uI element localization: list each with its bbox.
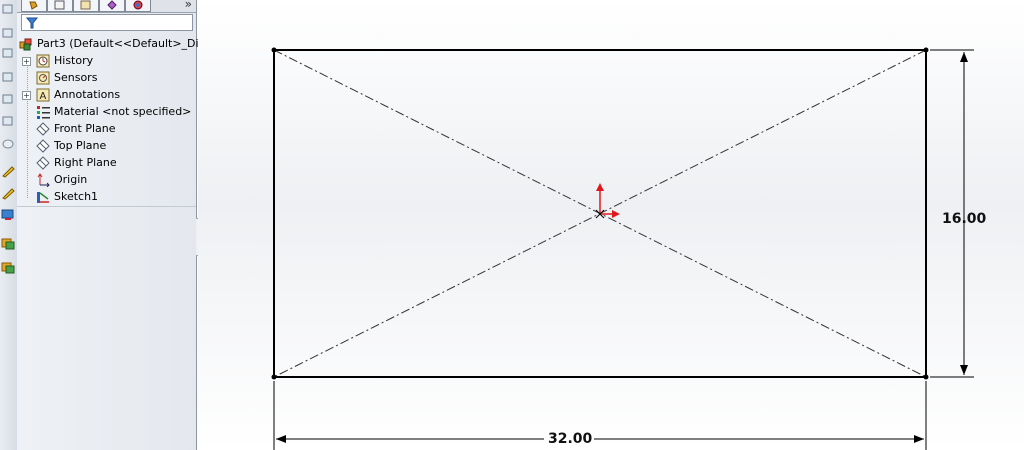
tree-item-material[interactable]: Material <not specified> bbox=[36, 103, 191, 120]
view-box-icon[interactable] bbox=[1, 92, 15, 106]
sketch-point[interactable] bbox=[923, 374, 929, 380]
sketch-point[interactable] bbox=[923, 47, 929, 53]
plane-icon bbox=[36, 138, 50, 153]
tree-item-sketch1[interactable]: Sketch1 bbox=[36, 188, 98, 205]
command-strip bbox=[0, 0, 18, 450]
pencil-icon[interactable] bbox=[1, 164, 15, 178]
tree-connector-line bbox=[27, 61, 29, 198]
origin-icon bbox=[37, 172, 50, 187]
assembly-icon[interactable] bbox=[1, 260, 15, 274]
tree-item-history[interactable]: History bbox=[36, 52, 93, 69]
tree-item-top-plane[interactable]: Top Plane bbox=[36, 137, 106, 154]
tree-root-part[interactable]: Part3 (Default<<Default>_Disp bbox=[19, 35, 211, 52]
tree-item-right-plane[interactable]: Right Plane bbox=[36, 154, 117, 171]
sketch-point[interactable] bbox=[271, 374, 277, 380]
view-box-icon[interactable] bbox=[1, 2, 15, 16]
tree-item-label: Material <not specified> bbox=[54, 105, 192, 118]
feature-manager-panel: » Part3 (Default<<Default>_Disp + Histor… bbox=[17, 0, 211, 450]
sketch-point[interactable] bbox=[271, 47, 277, 53]
display-icon[interactable] bbox=[1, 208, 15, 222]
expand-history-toggle[interactable]: + bbox=[22, 57, 31, 66]
tree-divider bbox=[17, 206, 196, 207]
width-dimension-label[interactable]: 32.00 bbox=[548, 431, 592, 447]
more-tabs-button[interactable]: » bbox=[185, 0, 192, 11]
origin-marker-icon[interactable] bbox=[595, 183, 620, 219]
expand-annotations-toggle[interactable]: + bbox=[22, 91, 31, 100]
tree-filter-box[interactable] bbox=[21, 14, 193, 31]
plane-icon bbox=[36, 155, 50, 170]
height-dimension-label[interactable]: 16.00 bbox=[942, 211, 986, 227]
tree-item-annotations[interactable]: A Annotations bbox=[36, 86, 120, 103]
width-dimension[interactable] bbox=[273, 381, 927, 450]
pencil-icon[interactable] bbox=[1, 186, 15, 200]
panel-tabs: » bbox=[17, 0, 196, 13]
plane-icon bbox=[36, 121, 50, 136]
tree-item-label: History bbox=[54, 54, 94, 67]
tab-feature-manager[interactable] bbox=[21, 0, 47, 12]
tab-configuration-manager[interactable] bbox=[73, 0, 99, 12]
tab-dimxpert-manager[interactable] bbox=[99, 0, 125, 12]
sketch-canvas[interactable] bbox=[198, 0, 1024, 450]
tree-item-label: Annotations bbox=[54, 88, 121, 101]
tab-display-manager[interactable] bbox=[125, 0, 151, 12]
part-icon bbox=[19, 38, 32, 50]
sketch-icon bbox=[37, 191, 49, 203]
tree-item-label: Origin bbox=[54, 173, 88, 186]
tree-root-label: Part3 (Default<<Default>_Disp bbox=[37, 37, 212, 50]
tree-item-label: Sensors bbox=[54, 71, 98, 84]
tree-item-label: Top Plane bbox=[54, 139, 107, 152]
tree-item-sensors[interactable]: Sensors bbox=[36, 69, 97, 86]
assembly-icon[interactable] bbox=[1, 236, 15, 250]
view-box-icon[interactable] bbox=[1, 26, 15, 40]
tree-item-label: Right Plane bbox=[54, 156, 117, 169]
tab-property-manager[interactable] bbox=[47, 0, 73, 12]
view-box-icon[interactable] bbox=[1, 46, 15, 60]
cylinder-icon[interactable] bbox=[1, 136, 15, 150]
filter-icon bbox=[25, 17, 39, 29]
graphics-area[interactable]: 16.00 32.00 bbox=[198, 0, 1024, 450]
view-box-icon[interactable] bbox=[1, 114, 15, 128]
tree-item-label: Front Plane bbox=[54, 122, 116, 135]
sensors-icon bbox=[36, 71, 50, 84]
svg-text:A: A bbox=[40, 91, 47, 102]
annotations-icon: A bbox=[36, 88, 50, 102]
tree-item-label: Sketch1 bbox=[54, 190, 99, 203]
history-icon bbox=[36, 54, 50, 67]
tree-item-origin[interactable]: Origin bbox=[36, 171, 87, 188]
material-icon bbox=[37, 105, 50, 119]
view-box-icon[interactable] bbox=[1, 70, 15, 84]
tree-item-front-plane[interactable]: Front Plane bbox=[36, 120, 116, 137]
